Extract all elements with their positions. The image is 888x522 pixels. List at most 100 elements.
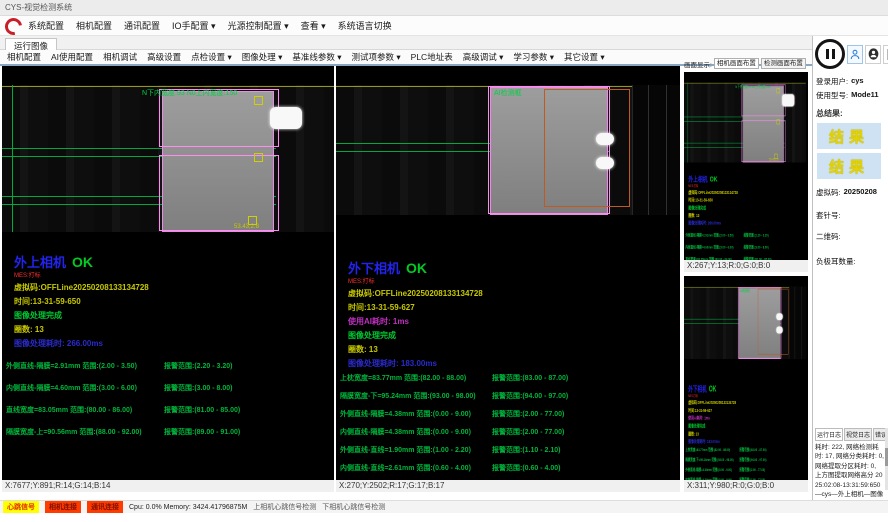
measurement-value: 隔膜宽度-下=95.24mm 范围:(93.00 - 98.00): [340, 391, 492, 401]
alarm-range: 报警范围:(83.00 - 87.00): [739, 447, 806, 453]
measurement-row: 外侧直线-直线=1.90mm 范围:(1.00 - 2.20)报警范围:(1.1…: [340, 445, 680, 455]
camera-title-row: 外上相机OK: [14, 252, 334, 272]
log-area: 运行日志 视觉日志 错误日志 耗时: 222, 网络检测耗时: 17, 网络分类…: [815, 428, 884, 509]
mini-view-header: 画面显示: 相机画面布置 检测画面布置: [684, 57, 810, 70]
mini-tab-camera-layout[interactable]: 相机画面布置: [714, 58, 759, 69]
alarm-range: 报警范围:(2.00 - 77.00): [739, 467, 806, 473]
camera-panel-outer-top: N下内宽度:93 N0上内宽度:150 53.43;2.8 外上相机OK MES…: [2, 66, 334, 492]
machine-frame-region: [632, 85, 680, 215]
measurement-row: 直线宽度=83.05mm 范围:(80.00 - 86.00)报警范围:(81.…: [6, 405, 334, 415]
tool-image-processing[interactable]: 图像处理 ▾: [242, 51, 283, 63]
user-account-button[interactable]: [865, 45, 881, 64]
capture-time: 时间:13-31-59-627: [348, 302, 680, 313]
mini-bottom-content: AI检测框 外下相机OK MES:打标 虚拟码:OFFLine202502081…: [684, 276, 728, 492]
window-titlebar: CYS-视觉检测系统: [0, 0, 888, 16]
camera-image[interactable]: N下内宽度:93 N0上内宽度:150 53.43;2.8: [2, 85, 334, 232]
menu-light-config[interactable]: 光源控制配置 ▾: [228, 19, 289, 32]
mini-view-outer-bottom[interactable]: AI检测框 外下相机OK MES:打标 虚拟码:OFFLine202502081…: [684, 276, 808, 492]
needle-label: 套针号:: [816, 210, 841, 221]
yellow-marker-box: [254, 96, 263, 105]
menu-system-config[interactable]: 系统配置: [28, 19, 64, 32]
menu-comm-config[interactable]: 通讯配置: [124, 19, 160, 32]
tab-run-image[interactable]: 运行图像: [5, 38, 57, 50]
pixel-coordinate-readout: X:311;Y:980;R:0;G:0;B:0: [684, 480, 808, 492]
lower-camera-heartbeat-label: 下相机心跳信号检测: [322, 502, 385, 512]
upper-camera-heartbeat-label: 上相机心跳信号检测: [253, 502, 316, 512]
camera-image[interactable]: AI检测框: [336, 85, 680, 215]
camera-panel-outer-bottom: AI检测框 外下相机OK MES:打标 虚拟码:OFFLine202502081…: [336, 66, 680, 492]
tool-camera-debug[interactable]: 相机调试: [103, 51, 137, 63]
measurement-row: 外侧直线-隔膜=4.38mm 范围:(0.00 - 9.00)报警范围:(2.0…: [340, 409, 680, 419]
menu-camera-config[interactable]: 相机配置: [76, 19, 112, 32]
alarm-range: 报警范围:(3.00 - 8.00): [743, 245, 805, 250]
camera-ok-status: OK: [709, 384, 716, 393]
sidebar-buttons: [813, 36, 888, 73]
tool-advanced-settings[interactable]: 高级设置: [147, 51, 181, 63]
loop-count: 圈数: 13: [348, 344, 680, 355]
status-bar: 心跳信号 相机连接 通讯连接 Cpu: 0.0% Memory: 3424.41…: [0, 500, 888, 513]
tool-learning-params[interactable]: 学习参数 ▾: [513, 51, 554, 63]
loop-count: 圈数: 13: [14, 324, 334, 335]
measurement-row: 隔膜宽度-上=90.56mm 范围:(88.00 - 92.00)报警范围:(8…: [6, 427, 334, 437]
camera-result-block: 外上相机OK MES:打标 虚拟码:OFFLine202502081331347…: [2, 252, 334, 349]
mini-view-outer-top[interactable]: N下内宽度:93 N0上内宽度:150 53.43;2.8 外上相机OK MES…: [684, 72, 808, 272]
camera-image[interactable]: N下内宽度:93 N0上内宽度:150 53.43;2.8: [684, 82, 806, 162]
menu-view[interactable]: 查看 ▾: [301, 19, 326, 32]
processing-elapsed: 图像处理耗时: 266.00ms: [14, 338, 334, 349]
tab-count-label: 负极耳数量:: [816, 256, 856, 267]
virtual-code-value: 20250208: [844, 187, 877, 198]
white-probe-blob: [270, 107, 302, 129]
tool-test-params[interactable]: 测试项参数 ▾: [352, 51, 401, 63]
logout-door-icon: [885, 48, 888, 61]
tool-plc-address[interactable]: PLC地址表: [411, 51, 453, 63]
white-highlight-blob: [776, 313, 782, 320]
log-tab-run[interactable]: 运行日志: [815, 428, 843, 441]
tool-baseline-params[interactable]: 基准线参数 ▾: [292, 51, 341, 63]
tab-count-field: 负极耳数量:: [816, 256, 886, 267]
tool-camera-config[interactable]: 相机配置: [7, 51, 41, 63]
tool-advanced-debug[interactable]: 高级调试 ▾: [463, 51, 504, 63]
alarm-range: 报警范围:(89.00 - 91.00): [164, 427, 334, 437]
tool-other-settings[interactable]: 其它设置 ▾: [564, 51, 605, 63]
camera-result-block: 外下相机OK MES:打标 虚拟码:OFFLine202502081331347…: [684, 383, 806, 445]
capture-time: 时间:13-31-59-627: [688, 407, 806, 413]
alarm-range: 报警范围:(2.00 - 77.00): [492, 427, 680, 437]
camera-title: 外上相机: [14, 255, 66, 270]
alarm-range: 报警范围:(1.10 - 2.10): [492, 445, 680, 455]
camera-connection-badge: 相机连接: [45, 501, 81, 513]
frame-edge-line: [666, 85, 667, 215]
model-label: 使用型号:: [816, 90, 848, 101]
camera-title: 外下相机: [688, 385, 706, 393]
total-result-label: 总结果:: [816, 108, 888, 119]
menu-language-switch[interactable]: 系统语言切换: [338, 19, 392, 32]
ai-elapsed: 使用AI耗时: 1ms: [688, 415, 806, 421]
white-highlight-blob: [776, 327, 782, 334]
camera-image[interactable]: AI检测框: [684, 287, 806, 359]
cpu-memory-readout: Cpu: 0.0% Memory: 3424.41796875M: [129, 504, 247, 511]
log-tab-vision[interactable]: 视觉日志: [844, 428, 872, 441]
tool-ai-usage-config[interactable]: AI使用配置: [51, 51, 93, 63]
white-highlight-blob: [596, 157, 614, 169]
processing-elapsed: 图像处理耗时: 183.00ms: [688, 439, 806, 445]
processing-done: 图像处理完成: [348, 330, 680, 341]
menu-io-config[interactable]: IO手配置 ▾: [172, 19, 216, 32]
yellow-marker-box: [254, 153, 263, 162]
user-login-button[interactable]: [847, 45, 863, 64]
alarm-range: 报警范围:(94.00 - 97.00): [492, 391, 680, 401]
tool-spot-check[interactable]: 点检设置 ▾: [191, 51, 232, 63]
ai-detect-box: [758, 289, 789, 355]
result-box-top: 结果: [817, 123, 881, 149]
yellow-guide-line: [2, 86, 334, 87]
measurement-value: 上枕宽度=83.77mm 范围:(82.00 - 88.00): [340, 373, 492, 383]
mini-tab-detect-layout[interactable]: 检测画面布置: [761, 58, 806, 69]
control-sidebar: 登录用户: cys 使用型号: Mode11 总结果: 结果 结果 虚拟码: 2…: [812, 36, 888, 500]
measurement-row: 内侧直线-隔膜=4.60mm 范围:(3.00 - 6.00)报警范围:(3.0…: [6, 383, 334, 393]
measurement-value: 直线宽度=83.05mm 范围:(80.00 - 86.00): [6, 405, 164, 415]
processing-elapsed: 图像处理耗时: 266.00ms: [688, 220, 805, 226]
measurement-row: 上枕宽度=83.77mm 范围:(82.00 - 88.00)报警范围:(83.…: [340, 373, 680, 383]
pause-button[interactable]: [815, 39, 845, 69]
exit-button[interactable]: [883, 45, 888, 64]
virtual-code: 虚拟码:OFFLine20250208133134728: [14, 282, 334, 293]
alarm-range: 报警范围:(83.00 - 87.00): [492, 373, 680, 383]
pixel-coordinate-readout: X:267;Y:13;R:0;G:0;B:0: [684, 260, 808, 272]
